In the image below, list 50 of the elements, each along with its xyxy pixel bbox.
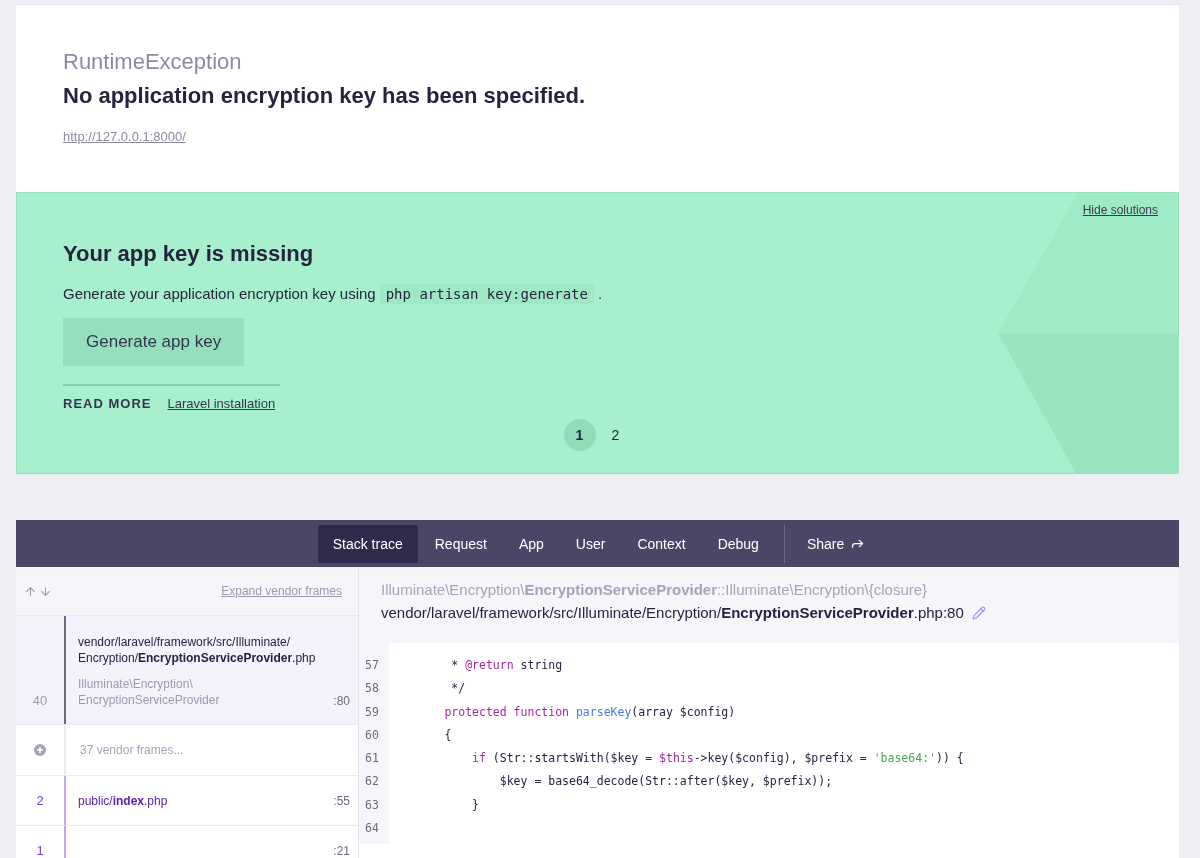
arrow-up-icon[interactable] — [24, 584, 37, 598]
line-number: 63 — [364, 797, 380, 814]
exception-class: RuntimeException — [63, 49, 243, 75]
code-line: } — [471, 797, 480, 814]
code-line: protected function parseKey(array $config) — [443, 704, 737, 721]
read-more-label: READ MORE — [63, 396, 152, 411]
tab[interactable]: Stack trace — [317, 524, 418, 563]
tab[interactable]: User — [560, 524, 621, 563]
expand-icon[interactable] — [34, 744, 46, 756]
code-line: $key = base64_decode(Str::after($key, $prefix)); — [498, 774, 834, 791]
frame-number: 2 — [35, 792, 45, 810]
frame-signature: Illuminate\Encryption\EncryptionServiceProvider::Illuminate\Encryption\{closure} — [381, 581, 928, 598]
page-button[interactable]: 2 — [599, 419, 632, 451]
generate-key-button[interactable]: Generate app key — [63, 318, 245, 366]
code-line: if (Str::startsWith($key = $this->key($config), $prefix = 'base64:')) { — [471, 751, 965, 768]
frame-number: 40 — [31, 692, 49, 710]
solution-title: Your app key is missing — [63, 241, 315, 267]
line-number: 59 — [364, 704, 380, 721]
frame-line: :21 — [333, 843, 350, 858]
frame-class: Illuminate\Encryption\ EncryptionServiceProvider — [78, 676, 221, 708]
exception-message: No application encryption key has been specified. — [63, 83, 587, 109]
tab[interactable]: Request — [419, 524, 502, 563]
edit-icon[interactable] — [971, 605, 986, 620]
code-line: { — [443, 727, 453, 744]
tab[interactable]: App — [503, 524, 559, 563]
frame-file: vendor/laravel/framework/src/Illuminate/ Encryption/EncryptionServiceProvider.php — [78, 635, 316, 665]
line-number: 62 — [364, 774, 380, 791]
file-path: vendor/laravel/framework/src/Illuminate/Encryption/EncryptionServiceProvider.php:80 — [381, 604, 964, 621]
frame-line: :55 — [333, 793, 350, 808]
docs-link[interactable]: Laravel installation — [167, 396, 276, 411]
frame-number: 1 — [35, 842, 45, 858]
line-number: 60 — [364, 727, 380, 744]
page-button[interactable]: 1 — [563, 419, 596, 451]
code-line: */ — [450, 681, 467, 698]
arrow-down-icon[interactable] — [39, 584, 52, 598]
hide-solutions-link[interactable]: Hide solutions — [1082, 203, 1158, 217]
code-line: * @return string — [450, 658, 564, 674]
line-number: 61 — [364, 751, 380, 768]
line-number: 58 — [364, 681, 380, 698]
url-link[interactable]: http://127.0.0.1:8000/ — [63, 129, 186, 144]
solution-description: Generate your application encryption key using php artisan key:generate . — [63, 285, 604, 302]
stack-frame[interactable]: 2 public/index.php :55 — [16, 776, 358, 826]
frame-file: public/index.php — [78, 793, 168, 808]
line-number: 64 — [364, 821, 380, 838]
stack-frame[interactable]: 40 vendor/laravel/framework/src/Illuminate/ Encryption/EncryptionServiceProvider.php Illuminate\Encryption\ EncryptionServiceProvider :80 — [16, 616, 358, 725]
tab[interactable]: Debug — [702, 524, 774, 563]
frame-line: :80 — [333, 694, 350, 708]
share-button[interactable]: Share — [794, 535, 878, 552]
tab[interactable]: Context — [622, 524, 701, 563]
line-number: 57 — [364, 658, 380, 674]
